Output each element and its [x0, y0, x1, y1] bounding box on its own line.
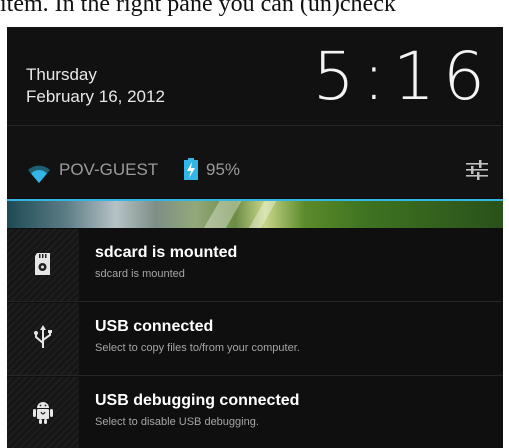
usb-icon — [34, 325, 52, 348]
date-label: February 16, 2012 — [26, 87, 165, 106]
divider — [7, 301, 503, 302]
wifi-ssid: POV-GUEST — [59, 160, 159, 179]
decorative-banner — [7, 200, 503, 228]
notification-usb-debugging[interactable]: USB debugging connected Select to disabl… — [7, 377, 503, 448]
notification-subtitle: Select to disable USB debugging. — [95, 416, 259, 428]
shade-header: Thursday February 16, 2012 5:16 — [7, 27, 503, 125]
sdcard-icon — [35, 253, 50, 275]
notification-title: USB connected — [95, 318, 214, 335]
notification-sdcard[interactable]: sdcard is mounted sdcard is mounted — [7, 229, 503, 302]
notification-shade: Thursday February 16, 2012 5:16 POV-GUES… — [7, 27, 503, 448]
day-label: Thursday — [26, 65, 97, 84]
banner-stripe — [203, 200, 243, 228]
quick-settings-icon[interactable] — [465, 158, 489, 182]
notification-list: sdcard is mounted sdcard is mounted USB … — [7, 229, 503, 448]
notification-icon-cell — [7, 303, 79, 375]
accent-line — [7, 199, 503, 201]
battery-charging-icon — [184, 158, 198, 180]
notification-title: USB debugging connected — [95, 392, 300, 409]
notification-subtitle: sdcard is mounted — [95, 268, 185, 280]
banner-stripe — [248, 200, 278, 228]
notification-icon-cell — [7, 229, 79, 301]
wifi-icon — [28, 165, 50, 183]
notification-usb[interactable]: USB connected Select to copy files to/fr… — [7, 303, 503, 376]
notification-icon-cell — [7, 377, 79, 448]
status-row: POV-GUEST 95% — [7, 126, 503, 198]
caption-text: item. In the right pane you can (un)chec… — [0, 0, 396, 17]
notification-subtitle: Select to copy files to/from your comput… — [95, 342, 300, 354]
clock: 5:16 — [312, 38, 493, 115]
battery-percent: 95% — [206, 160, 241, 179]
android-debug-icon — [33, 402, 53, 424]
notification-title: sdcard is mounted — [95, 244, 238, 261]
divider — [7, 375, 503, 376]
